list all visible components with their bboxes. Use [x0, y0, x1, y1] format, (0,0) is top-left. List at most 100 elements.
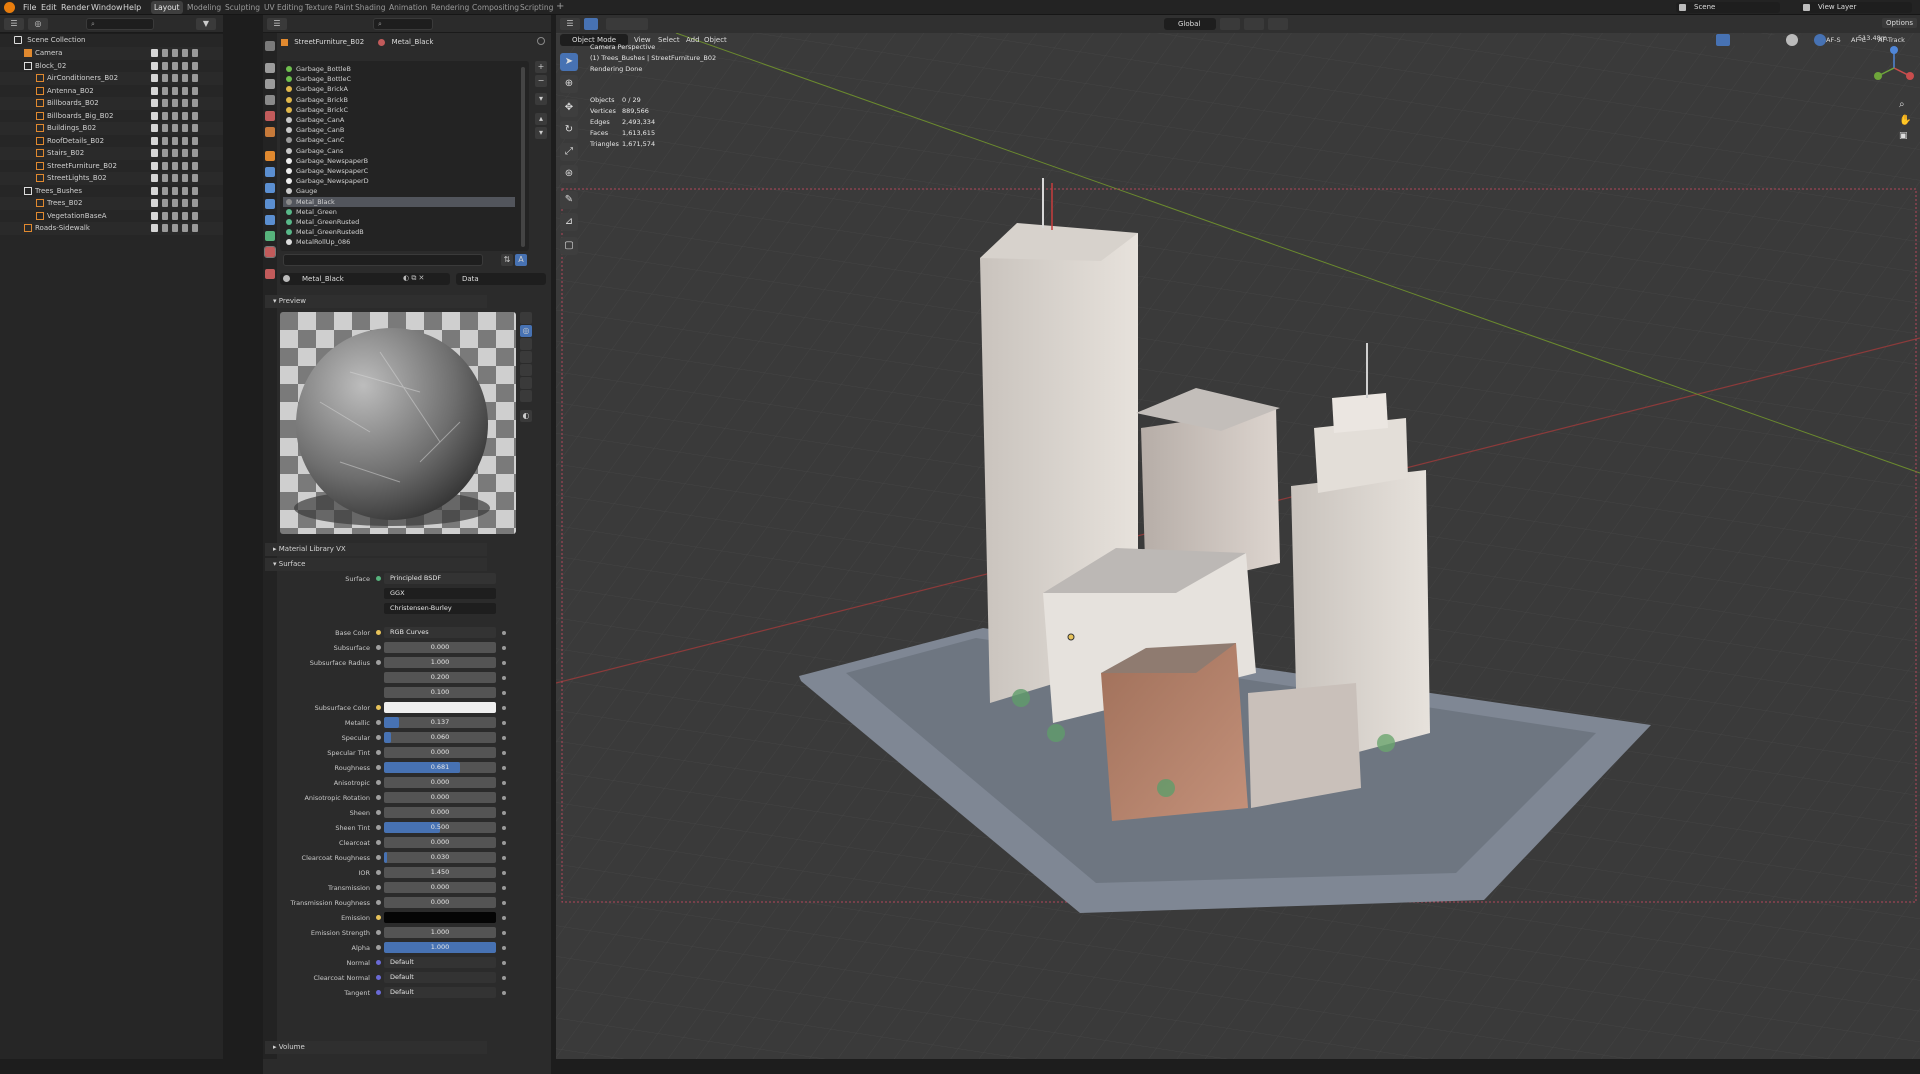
param-field[interactable]: 0.000: [384, 747, 496, 758]
surface-shader-field[interactable]: Principled BSDF: [384, 573, 496, 584]
slot-remove-button[interactable]: −: [535, 75, 547, 87]
menu-add[interactable]: Add: [686, 34, 700, 46]
keyframe-dot-icon[interactable]: [502, 871, 506, 875]
socket-icon[interactable]: [376, 975, 381, 980]
monitor-icon[interactable]: [182, 186, 188, 195]
camera-render-icon[interactable]: [192, 86, 198, 95]
tab-layout[interactable]: Layout: [151, 1, 183, 14]
material-slot-item[interactable]: Garbage_NewspaperD: [283, 176, 515, 186]
outliner-row[interactable]: StreetLights_B02: [0, 172, 223, 185]
render-tab-icon[interactable]: [265, 63, 275, 73]
socket-icon[interactable]: [376, 750, 381, 755]
material-tab-icon[interactable]: [264, 246, 276, 258]
socket-icon[interactable]: [376, 810, 381, 815]
editor-type-icon[interactable]: ☰: [4, 18, 24, 30]
subsurface-method-dropdown[interactable]: Christensen-Burley: [384, 603, 496, 614]
checkbox-icon[interactable]: [151, 61, 158, 70]
object-tab-icon[interactable]: [265, 151, 275, 161]
snap-icon[interactable]: [1244, 18, 1264, 30]
measure-tool-icon[interactable]: ⊿: [560, 213, 578, 231]
menu-edit[interactable]: Edit: [38, 1, 60, 14]
keyframe-dot-icon[interactable]: [502, 811, 506, 815]
param-field[interactable]: 0.100: [384, 687, 496, 698]
outliner-search-input[interactable]: ⌕: [86, 18, 154, 30]
select-icon[interactable]: [162, 161, 168, 170]
add-workspace-icon[interactable]: +: [553, 1, 567, 14]
monitor-icon[interactable]: [182, 224, 188, 232]
sort-icon[interactable]: ⇅: [501, 254, 513, 266]
eye-icon[interactable]: [172, 111, 178, 120]
preview-monkey-icon[interactable]: [520, 364, 532, 376]
param-field[interactable]: 1.450: [384, 867, 496, 878]
material-slot-item[interactable]: Garbage_CanA: [283, 115, 515, 125]
camera-render-icon[interactable]: [192, 211, 198, 220]
socket-icon[interactable]: [376, 660, 381, 665]
outliner-row[interactable]: RoofDetails_B02: [0, 135, 223, 148]
pin-icon[interactable]: [537, 37, 545, 45]
eye-icon[interactable]: [172, 124, 178, 132]
pan-hand-icon[interactable]: ✋: [1899, 115, 1911, 127]
keyframe-dot-icon[interactable]: [502, 961, 506, 965]
param-field[interactable]: 0.000: [384, 792, 496, 803]
param-field[interactable]: 0.000: [384, 807, 496, 818]
socket-icon[interactable]: [376, 855, 381, 860]
outliner-row[interactable]: AirConditioners_B02: [0, 72, 223, 85]
physics-tab-icon[interactable]: [265, 199, 275, 209]
socket-icon[interactable]: [376, 705, 381, 710]
socket-icon[interactable]: [376, 885, 381, 890]
keyframe-dot-icon[interactable]: [502, 796, 506, 800]
navigation-gizmo[interactable]: [1872, 46, 1916, 90]
menu-help[interactable]: Help: [120, 1, 144, 14]
slot-specials-button[interactable]: ▾: [535, 93, 547, 105]
eye-icon[interactable]: [172, 174, 178, 182]
socket-icon[interactable]: [376, 735, 381, 740]
socket-icon[interactable]: [376, 765, 381, 770]
rendered-shading-icon[interactable]: [1814, 34, 1826, 46]
keyframe-dot-icon[interactable]: [502, 646, 506, 650]
volume-panel-header[interactable]: ▸ Volume: [265, 1041, 487, 1054]
outliner-row[interactable]: Billboards_B02: [0, 97, 223, 110]
param-field[interactable]: 0.137: [384, 717, 496, 728]
filter-icon[interactable]: ▼: [196, 18, 216, 30]
material-slot-item[interactable]: Garbage_NewspaperC: [283, 166, 515, 176]
keyframe-dot-icon[interactable]: [502, 946, 506, 950]
material-slot-item[interactable]: Garbage_CanC: [283, 135, 515, 145]
preview-cube-icon[interactable]: [520, 338, 532, 350]
material-slot-item[interactable]: Garbage_BrickA: [283, 84, 515, 94]
outliner-row[interactable]: Roads-Sidewalk: [0, 222, 223, 235]
checkbox-icon[interactable]: [151, 86, 158, 95]
param-field[interactable]: Default: [384, 972, 496, 983]
socket-icon[interactable]: [376, 960, 381, 965]
particles-tab-icon[interactable]: [265, 183, 275, 193]
scale-tool-icon[interactable]: ⤢: [560, 143, 578, 161]
outliner-row[interactable]: Antenna_B02: [0, 85, 223, 98]
socket-icon[interactable]: [376, 900, 381, 905]
param-field[interactable]: 0.030: [384, 852, 496, 863]
material-slot-item[interactable]: Garbage_BottleC: [283, 74, 515, 84]
overlay-icon[interactable]: [1734, 34, 1748, 46]
select-icon[interactable]: [162, 211, 168, 220]
select-icon[interactable]: [162, 224, 168, 232]
material-slot-item[interactable]: Garbage_BottleB: [283, 64, 515, 74]
camera-render-icon[interactable]: [192, 149, 198, 157]
monitor-icon[interactable]: [182, 61, 188, 70]
keyframe-dot-icon[interactable]: [502, 751, 506, 755]
camera-render-icon[interactable]: [192, 61, 198, 70]
blender-logo-icon[interactable]: [4, 2, 15, 13]
monitor-icon[interactable]: [182, 74, 188, 82]
viewport-3d[interactable]: ➤ ⊕ ✥ ↻ ⤢ ⊛ ✎ ⊿ ▢ Object Mode View Selec…: [556, 33, 1920, 1059]
display-mode-icon[interactable]: ◎: [28, 18, 48, 30]
keyframe-dot-icon[interactable]: [502, 901, 506, 905]
eye-icon[interactable]: [172, 224, 178, 232]
material-slot-item[interactable]: Garbage_CanB: [283, 125, 515, 135]
select-icon[interactable]: [162, 149, 168, 157]
material-slot-item[interactable]: Metal_Black: [283, 196, 515, 207]
material-slot-item[interactable]: Gauge: [283, 186, 515, 196]
monitor-icon[interactable]: [182, 136, 188, 145]
preview-lighting-icon[interactable]: ◐: [520, 410, 532, 422]
output-tab-icon[interactable]: [265, 79, 275, 89]
surface-panel-header[interactable]: ▾ Surface: [265, 558, 487, 571]
material-users-icons[interactable]: ◐ ⧉ ✕: [403, 274, 449, 284]
monitor-icon[interactable]: [182, 99, 188, 107]
keyframe-dot-icon[interactable]: [502, 721, 506, 725]
